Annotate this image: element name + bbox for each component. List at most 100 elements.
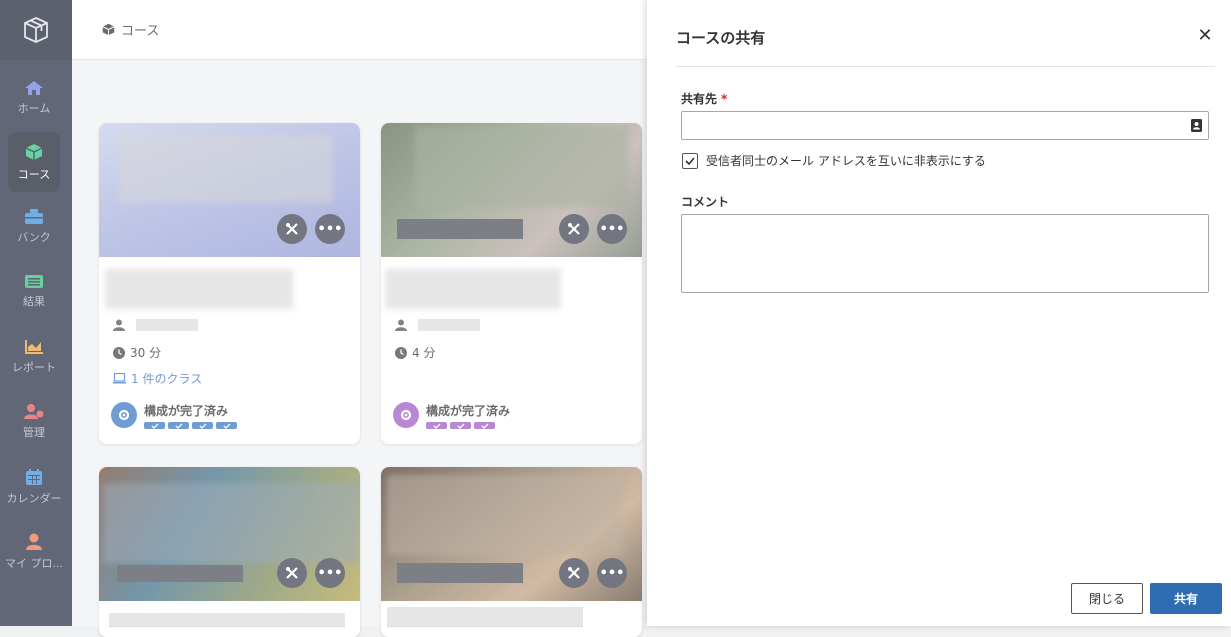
more-icon: ••• — [317, 221, 343, 237]
admin-icon — [24, 404, 44, 419]
classes-link[interactable]: 1 件のクラス — [113, 370, 202, 387]
hide-emails-option[interactable]: 受信者同士のメール アドレスを互いに非表示にする — [682, 152, 986, 169]
sidebar-item-reports[interactable]: レポート — [8, 327, 60, 387]
status-block: 構成が完了済み — [393, 402, 510, 429]
sidebar-item-home[interactable]: ホーム — [8, 68, 60, 128]
status-steps — [144, 422, 237, 429]
checkmark-icon — [685, 156, 695, 165]
sidebar-item-label: コース — [17, 167, 51, 181]
sidebar-item-results[interactable]: 結果 — [8, 262, 60, 322]
app-logo[interactable] — [0, 0, 72, 60]
share-to-field[interactable] — [688, 112, 1182, 139]
calendar-icon — [26, 468, 42, 485]
status-text: 構成が完了済み — [144, 404, 229, 418]
blurred-title — [385, 269, 561, 309]
panel-title: コースの共有 — [676, 29, 766, 47]
check-icon — [168, 422, 189, 429]
clock-icon — [113, 346, 125, 359]
more-icon: ••• — [317, 565, 343, 581]
author-row — [113, 319, 198, 331]
blurred-title — [387, 607, 583, 627]
configure-button[interactable] — [277, 558, 307, 588]
course-thumbnail: ••• — [381, 467, 642, 601]
status-text: 構成が完了済み — [426, 404, 511, 418]
hide-emails-checkbox[interactable] — [682, 152, 698, 169]
divider — [676, 66, 1215, 67]
duration-row: 4 分 — [395, 344, 435, 361]
results-icon — [25, 275, 43, 288]
laptop-icon — [113, 373, 126, 384]
status-block: 構成が完了済み — [111, 402, 237, 429]
breadcrumb: コース — [72, 0, 647, 60]
duration-row: 30 分 — [113, 344, 161, 361]
tools-icon — [568, 567, 580, 579]
required-mark: * — [721, 92, 728, 106]
blurred-content — [103, 483, 359, 563]
check-icon — [192, 422, 213, 429]
share-to-label: 共有先 * — [681, 90, 727, 107]
share-to-label-text: 共有先 — [681, 92, 718, 106]
breadcrumb-item[interactable]: コース — [121, 20, 159, 39]
hide-emails-label: 受信者同士のメール アドレスを互いに非表示にする — [706, 154, 986, 168]
course-card[interactable]: ••• 4 分 構成が完了済み — [381, 123, 642, 444]
sidebar-item-label: カレンダー — [6, 491, 62, 505]
address-book-icon[interactable] — [1191, 119, 1202, 132]
check-icon — [216, 422, 237, 429]
classes-text: 1 件のクラス — [131, 372, 203, 386]
course-card[interactable]: ••• — [381, 467, 642, 637]
more-options-button[interactable]: ••• — [597, 214, 627, 244]
close-button[interactable]: 閉じる — [1071, 583, 1143, 614]
duration-text: 30 分 — [130, 346, 162, 360]
more-options-button[interactable]: ••• — [597, 558, 627, 588]
more-options-button[interactable]: ••• — [315, 214, 345, 244]
tools-icon — [286, 567, 298, 579]
blurred-title — [109, 613, 345, 627]
cube-icon — [25, 143, 43, 160]
blurred-content — [119, 135, 333, 203]
share-course-panel: コースの共有 ✕ 共有先 * 受信者同士のメール アドレスを互いに非表示にする コ… — [647, 0, 1231, 626]
share-to-input[interactable] — [681, 111, 1209, 140]
close-icon[interactable]: ✕ — [1195, 25, 1215, 46]
sidebar-item-my-profile[interactable]: マイ プロ... — [5, 522, 63, 582]
cube-icon — [102, 23, 115, 36]
share-button[interactable]: 共有 — [1150, 583, 1222, 614]
sidebar-item-label: レポート — [12, 360, 56, 374]
sidebar-item-admin[interactable]: 管理 — [8, 392, 60, 452]
tools-icon — [286, 223, 298, 235]
configure-button[interactable] — [277, 214, 307, 244]
more-icon: ••• — [599, 565, 625, 581]
blurred-author — [418, 319, 480, 331]
sidebar-item-calendar[interactable]: カレンダー — [6, 457, 62, 517]
course-card[interactable]: ••• — [99, 467, 360, 637]
status-gear-icon — [393, 402, 419, 428]
author-row — [395, 319, 480, 331]
sidebar-item-label: ホーム — [17, 101, 51, 115]
check-icon — [450, 422, 471, 429]
sidebar-item-label: バンク — [17, 231, 51, 244]
blurred-caption — [397, 563, 523, 583]
box-logo-icon — [24, 17, 48, 43]
sidebar-item-bank[interactable]: バンク — [8, 197, 60, 257]
check-icon — [474, 422, 495, 429]
more-icon: ••• — [599, 221, 625, 237]
blurred-content — [415, 127, 629, 207]
home-icon — [25, 80, 43, 95]
sidebar-item-courses[interactable]: コース — [8, 132, 60, 192]
course-thumbnail: ••• — [99, 467, 360, 601]
user-icon — [113, 319, 125, 331]
blurred-author — [136, 319, 198, 331]
more-options-button[interactable]: ••• — [315, 558, 345, 588]
duration-text: 4 分 — [412, 346, 436, 360]
configure-button[interactable] — [559, 214, 589, 244]
bank-icon — [25, 209, 43, 224]
configure-button[interactable] — [559, 558, 589, 588]
sidebar-item-label: 管理 — [23, 426, 45, 439]
course-card[interactable]: ••• 30 分 1 件のクラス 構成が完了済み — [99, 123, 360, 444]
comment-textarea[interactable] — [681, 214, 1209, 293]
blurred-content — [387, 475, 623, 555]
chart-icon — [25, 339, 43, 354]
sidebar: ホーム コース バンク 結果 レポート 管理 カレンダー マイ プロ... — [0, 0, 72, 626]
sidebar-item-label: マイ プロ... — [5, 557, 63, 570]
sidebar-item-label: 結果 — [23, 295, 45, 308]
course-thumbnail: ••• — [99, 123, 360, 257]
